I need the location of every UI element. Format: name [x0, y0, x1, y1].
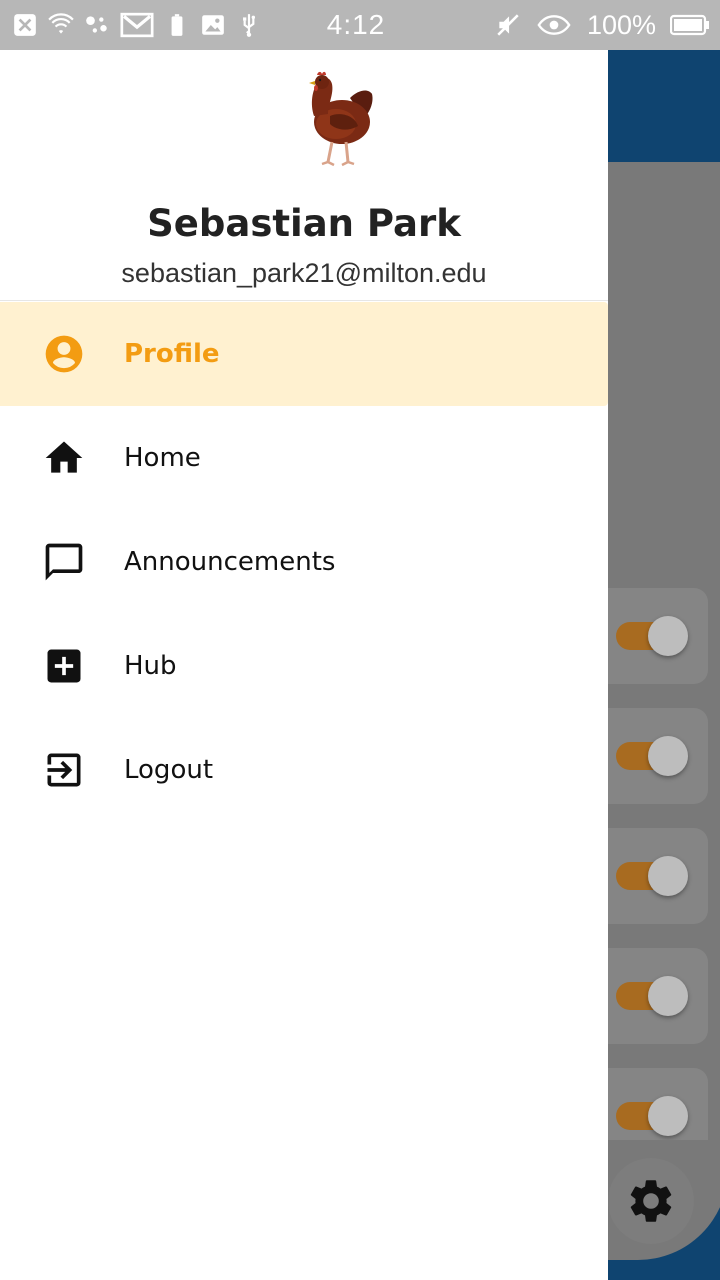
navigation-drawer: Sebastian Park sebastian_park21@milton.e…: [0, 50, 608, 1280]
drawer-item-label: Hub: [124, 651, 177, 681]
battery-icon: [670, 12, 710, 38]
background-toggle-knob: [648, 616, 688, 656]
chicken-avatar: [309, 71, 373, 167]
drawer-item-home[interactable]: Home: [0, 406, 608, 510]
settings-fab: [608, 1158, 694, 1244]
settings-gear-icon: [630, 1180, 672, 1222]
drawer-item-announcements[interactable]: Announcements: [0, 510, 608, 614]
home-icon: [42, 436, 86, 480]
drawer-item-logout[interactable]: Logout: [0, 718, 608, 822]
account-circle-icon: [42, 332, 86, 376]
add-box-icon: [42, 644, 86, 688]
background-toggle-knob: [648, 1096, 688, 1136]
user-name: Sebastian Park: [147, 202, 461, 245]
drawer-header: Sebastian Park sebastian_park21@milton.e…: [0, 50, 608, 301]
logout-icon: [42, 748, 86, 792]
status-bar-right-icons: 100%: [495, 0, 710, 50]
mute-icon: [495, 12, 521, 38]
drawer-item-label: Announcements: [124, 547, 336, 577]
drawer-item-label: Profile: [124, 339, 220, 369]
background-toggle-knob: [648, 856, 688, 896]
drawer-item-profile[interactable]: Profile: [0, 302, 608, 406]
drawer-item-label: Home: [124, 443, 201, 473]
user-email: sebastian_park21@milton.edu: [121, 258, 487, 288]
background-app-scrim[interactable]: [608, 50, 720, 1280]
background-toggle-knob: [648, 736, 688, 776]
drawer-item-label: Logout: [124, 755, 214, 785]
drawer-item-hub[interactable]: Hub: [0, 614, 608, 718]
background-toggle-knob: [648, 976, 688, 1016]
battery-percent: 100%: [586, 9, 656, 40]
background-app-bar: [608, 50, 720, 162]
status-bar: 4:12 100%: [0, 0, 720, 50]
eye-icon: [535, 12, 573, 38]
chat-bubble-icon: [42, 540, 86, 584]
